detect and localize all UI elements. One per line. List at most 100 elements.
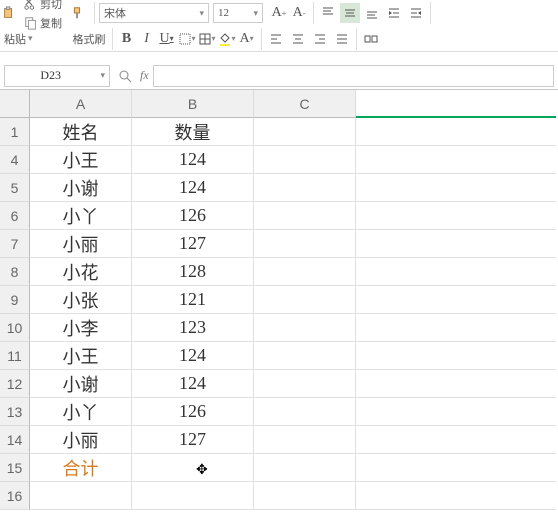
cell[interactable]: 姓名 <box>30 118 132 146</box>
cell[interactable]: 124 <box>132 174 254 202</box>
row-header[interactable]: 7 <box>0 230 30 258</box>
name-box[interactable]: D23 ▾ <box>4 65 110 87</box>
cell[interactable] <box>356 174 556 202</box>
cell[interactable]: 小李 <box>30 314 132 342</box>
row-header[interactable]: 6 <box>0 202 30 230</box>
border-button[interactable]: ▾ <box>177 29 197 49</box>
cell[interactable] <box>254 426 356 454</box>
align-left-button[interactable] <box>266 29 286 49</box>
cell[interactable] <box>254 146 356 174</box>
cell[interactable]: 小花 <box>30 258 132 286</box>
align-center-button[interactable] <box>288 29 308 49</box>
row-header[interactable]: 8 <box>0 258 30 286</box>
row-header[interactable]: 14 <box>0 426 30 454</box>
brush-icon[interactable] <box>70 6 84 20</box>
cell[interactable] <box>356 118 556 146</box>
row-header[interactable]: 13 <box>0 398 30 426</box>
row-header[interactable]: 5 <box>0 174 30 202</box>
column-header[interactable]: C <box>254 90 356 118</box>
cell[interactable] <box>254 482 356 510</box>
cell[interactable] <box>254 398 356 426</box>
align-right-button[interactable] <box>310 29 330 49</box>
cell[interactable] <box>254 342 356 370</box>
increase-font-button[interactable]: A+ <box>269 3 289 23</box>
cell[interactable]: ✥ <box>132 454 254 482</box>
cell[interactable] <box>254 230 356 258</box>
fill-color-button[interactable]: ▾ <box>217 29 237 49</box>
cell[interactable]: 127 <box>132 230 254 258</box>
align-middle-button[interactable] <box>340 3 360 23</box>
justify-button[interactable] <box>332 29 352 49</box>
cell[interactable] <box>356 454 556 482</box>
cell[interactable]: 128 <box>132 258 254 286</box>
insert-function-button[interactable] <box>114 65 136 87</box>
cell[interactable]: 124 <box>132 342 254 370</box>
cell[interactable]: 小丽 <box>30 426 132 454</box>
row-header[interactable]: 10 <box>0 314 30 342</box>
fill-pattern-button[interactable]: ▾ <box>197 29 217 49</box>
cell[interactable] <box>254 454 356 482</box>
column-header[interactable] <box>356 90 556 118</box>
formula-input[interactable] <box>153 65 554 87</box>
cell[interactable] <box>356 202 556 230</box>
format-painter-label[interactable]: 格式刷 <box>71 30 108 48</box>
row-header[interactable]: 1 <box>0 118 30 146</box>
cell[interactable]: 数量 <box>132 118 254 146</box>
row-header[interactable]: 9 <box>0 286 30 314</box>
cell[interactable] <box>254 174 356 202</box>
row-header[interactable]: 16 <box>0 482 30 510</box>
cell[interactable]: 小丫 <box>30 202 132 230</box>
cell[interactable] <box>356 146 556 174</box>
column-header[interactable]: A <box>30 90 132 118</box>
cell[interactable]: 126 <box>132 398 254 426</box>
cell[interactable]: 小张 <box>30 286 132 314</box>
font-color-button[interactable]: A▾ <box>237 29 257 49</box>
font-size-select[interactable]: 12 ▾ <box>213 3 263 23</box>
cell[interactable]: 小丫 <box>30 398 132 426</box>
row-header[interactable]: 11 <box>0 342 30 370</box>
cell[interactable] <box>254 370 356 398</box>
copy-button[interactable]: 复制 <box>22 14 64 32</box>
font-name-select[interactable]: 宋体 ▾ <box>99 3 209 23</box>
spreadsheet-grid[interactable]: ABC1姓名数量4小王1245小谢1246小丫1267小丽1278小花1289小… <box>0 90 558 510</box>
cell[interactable] <box>254 286 356 314</box>
cell[interactable] <box>254 118 356 146</box>
cell[interactable]: 121 <box>132 286 254 314</box>
cut-button[interactable]: 剪切 <box>22 0 64 13</box>
cell[interactable]: 127 <box>132 426 254 454</box>
cell[interactable] <box>254 314 356 342</box>
indent-increase-button[interactable] <box>406 3 426 23</box>
cell[interactable]: 小王 <box>30 342 132 370</box>
cell[interactable]: 126 <box>132 202 254 230</box>
row-header[interactable]: 15 <box>0 454 30 482</box>
row-header[interactable]: 4 <box>0 146 30 174</box>
bold-button[interactable]: B <box>117 29 137 49</box>
cell[interactable]: 小谢 <box>30 174 132 202</box>
cell[interactable] <box>356 342 556 370</box>
cell[interactable]: 合计 <box>30 454 132 482</box>
cell[interactable]: 小王 <box>30 146 132 174</box>
cell[interactable] <box>356 258 556 286</box>
cell[interactable]: 小谢 <box>30 370 132 398</box>
cell[interactable]: 123 <box>132 314 254 342</box>
align-bottom-button[interactable] <box>362 3 382 23</box>
cell[interactable] <box>356 482 556 510</box>
cell[interactable] <box>356 426 556 454</box>
cell[interactable] <box>30 482 132 510</box>
select-all-corner[interactable] <box>0 90 30 118</box>
cell[interactable]: 124 <box>132 146 254 174</box>
cell[interactable] <box>356 230 556 258</box>
merge-button[interactable] <box>361 29 381 49</box>
cell[interactable]: 124 <box>132 370 254 398</box>
cell[interactable] <box>356 398 556 426</box>
align-top-button[interactable] <box>318 3 338 23</box>
decrease-font-button[interactable]: A- <box>289 3 309 23</box>
cell[interactable] <box>356 286 556 314</box>
paste-label[interactable]: 粘贴 <box>2 30 28 48</box>
indent-decrease-button[interactable] <box>384 3 404 23</box>
underline-button[interactable]: U▾ <box>157 29 177 49</box>
cell[interactable] <box>254 258 356 286</box>
cell[interactable] <box>254 202 356 230</box>
column-header[interactable]: B <box>132 90 254 118</box>
cell[interactable] <box>356 370 556 398</box>
